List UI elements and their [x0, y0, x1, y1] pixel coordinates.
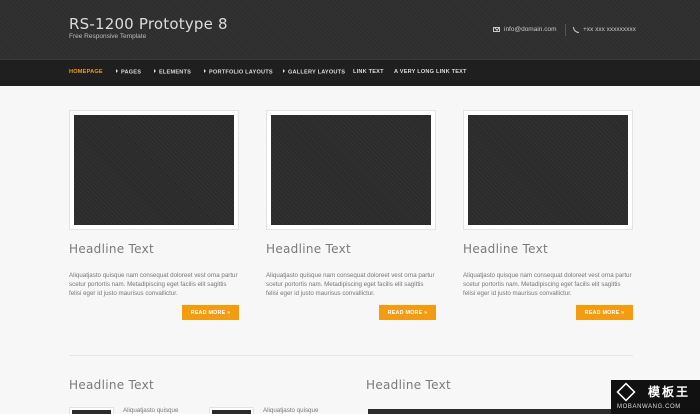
mini-thumbnail[interactable] — [209, 407, 254, 414]
nav-item-label: PAGES — [121, 69, 142, 76]
mini-item-text: Aliquatjasto quisque — [263, 407, 319, 414]
watermark-cn: 模板王 — [648, 385, 691, 399]
nav-item-label: GALLERY LAYOUTS — [288, 69, 346, 76]
image-placeholder — [72, 410, 111, 414]
image-placeholder — [271, 115, 431, 225]
read-more-button[interactable]: READ MORE » — [576, 305, 633, 320]
mini-thumbnail[interactable] — [69, 407, 114, 414]
image-placeholder — [74, 115, 234, 225]
section-headline: Headline Text — [69, 378, 155, 392]
contact-separator — [565, 24, 566, 36]
logo-icon — [616, 382, 636, 402]
dropdown-arrow-icon — [283, 69, 285, 73]
phone-icon — [573, 26, 579, 33]
main-nav: HOMEPAGE PAGES ELEMENTS PORTFOLIO LAYOUT… — [0, 60, 700, 86]
envelope-icon — [493, 27, 500, 32]
card-body-text: Aliquatjasto quisque nam consequat dolor… — [69, 272, 238, 298]
watermark-en: MOBANWANG.COM — [617, 404, 681, 410]
nav-item-link-text[interactable]: LINK TEXT — [353, 69, 384, 75]
card-body-text: Aliquatjasto quisque nam consequat dolor… — [266, 272, 435, 298]
contact-email[interactable]: info@domain.com — [493, 26, 556, 33]
card-image[interactable] — [463, 110, 633, 230]
nav-item-label: ELEMENTS — [159, 69, 192, 76]
dropdown-arrow-icon — [154, 69, 156, 73]
dropdown-arrow-icon — [204, 69, 206, 73]
section-divider — [69, 355, 633, 356]
nav-item-pages[interactable]: PAGES — [116, 69, 141, 76]
mini-item-text: Aliquatjasto quisque — [123, 407, 179, 414]
contact-email-text: info@domain.com — [504, 26, 557, 33]
card-headline: Headline Text — [69, 242, 155, 256]
nav-item-elements[interactable]: ELEMENTS — [154, 69, 191, 76]
nav-item-label: PORTFOLIO LAYOUTS — [209, 69, 273, 76]
image-placeholder — [468, 115, 628, 225]
nav-item-label: HOMEPAGE — [69, 69, 103, 75]
site-header: RS-1200 Prototype 8 Free Responsive Temp… — [0, 0, 700, 60]
card-headline: Headline Text — [463, 242, 549, 256]
site-tagline: Free Responsive Template — [69, 33, 147, 40]
dropdown-arrow-icon — [116, 69, 118, 73]
watermark: 模板王 MOBANWANG.COM — [611, 380, 700, 414]
card-image[interactable] — [69, 110, 239, 230]
nav-item-portfolio-layouts[interactable]: PORTFOLIO LAYOUTS — [204, 69, 273, 76]
nav-item-gallery-layouts[interactable]: GALLERY LAYOUTS — [283, 69, 345, 76]
nav-item-label: LINK TEXT — [353, 69, 384, 75]
card-body-text: Aliquatjasto quisque nam consequat dolor… — [463, 272, 632, 298]
read-more-button[interactable]: READ MORE » — [182, 305, 239, 320]
site-title[interactable]: RS-1200 Prototype 8 — [69, 15, 228, 33]
nav-item-homepage[interactable]: HOMEPAGE — [69, 69, 103, 75]
contact-phone: +xx xxx xxxxxxxxx — [573, 26, 636, 33]
card-image[interactable] — [266, 110, 436, 230]
section-headline: Headline Text — [366, 378, 452, 392]
image-placeholder — [212, 410, 251, 414]
card-headline: Headline Text — [266, 242, 352, 256]
nav-item-label: A VERY LONG LINK TEXT — [394, 69, 467, 75]
image-placeholder — [368, 409, 632, 414]
nav-item-long-link-text[interactable]: A VERY LONG LINK TEXT — [394, 69, 467, 75]
contact-phone-text: +xx xxx xxxxxxxxx — [583, 26, 636, 33]
read-more-button[interactable]: READ MORE » — [379, 305, 436, 320]
